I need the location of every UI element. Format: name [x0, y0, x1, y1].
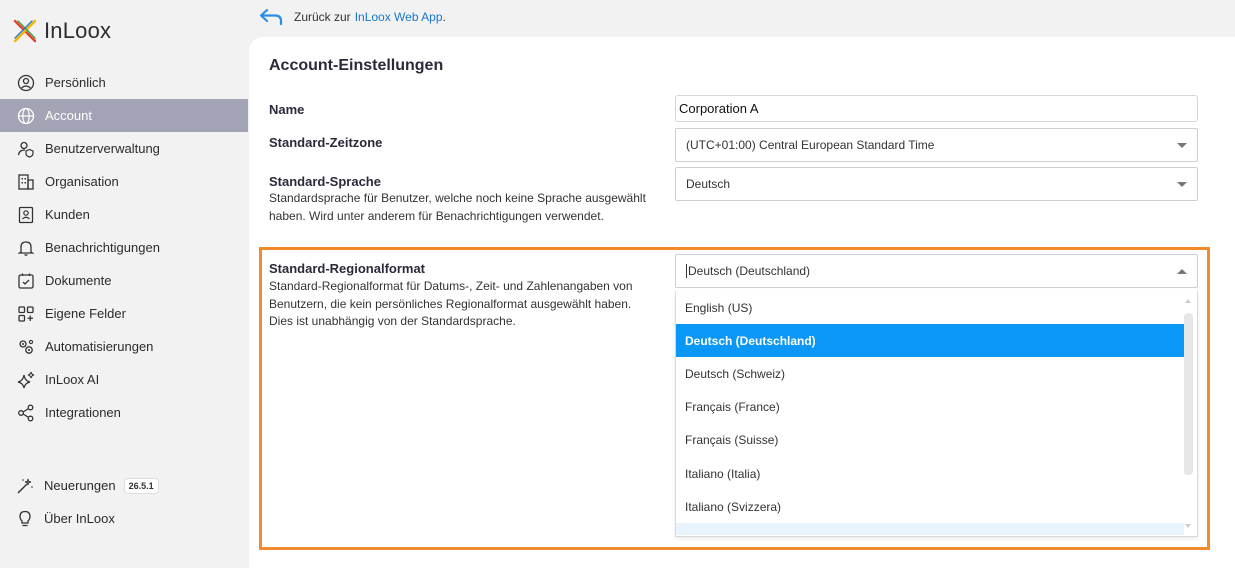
timezone-select[interactable]: (UTC+01:00) Central European Standard Ti…: [675, 128, 1198, 162]
timezone-label: Standard-Zeitzone: [269, 135, 383, 150]
sidebar-item-organisation[interactable]: Organisation: [0, 165, 248, 198]
dropdown-option-it-it[interactable]: Italiano (Italia): [676, 457, 1184, 490]
back-link-bar: Zurück zur InLoox Web App .: [258, 6, 446, 28]
back-arrow-icon[interactable]: [258, 7, 284, 27]
dropdown-option-partial[interactable]: [676, 523, 1184, 536]
building-icon: [16, 172, 36, 192]
language-label: Standard-Sprache: [269, 174, 381, 189]
sidebar-item-eigene-felder[interactable]: Eigene Felder: [0, 297, 248, 330]
sidebar-item-label: Account: [45, 108, 92, 123]
sidebar-item-label: Eigene Felder: [45, 306, 126, 321]
back-link-suffix: .: [442, 10, 446, 24]
sparkle-icon: [16, 370, 36, 390]
sidebar-item-ueber-inloox[interactable]: Über InLoox: [0, 502, 248, 535]
version-badge: 26.5.1: [123, 477, 159, 494]
inloox-logo[interactable]: InLoox: [12, 18, 111, 44]
sidebar: InLoox Persönlich Account Benutzerverwal…: [0, 0, 248, 568]
grid-plus-icon: [16, 304, 36, 324]
language-value: Deutsch: [686, 177, 731, 191]
inloox-logo-icon: [13, 19, 37, 43]
dropdown-option-en-us[interactable]: English (US): [676, 291, 1184, 324]
sidebar-item-account[interactable]: Account: [0, 99, 248, 132]
sidebar-item-kunden[interactable]: Kunden: [0, 198, 248, 231]
dropdown-option-it-ch[interactable]: Italiano (Svizzera): [676, 490, 1184, 523]
sidebar-item-label: Neuerungen: [44, 478, 116, 493]
page-title: Account-Einstellungen: [269, 57, 444, 74]
brand-name: InLoox: [44, 18, 112, 43]
sidebar-nav: Persönlich Account Benutzerverwaltung Or…: [0, 66, 248, 429]
language-description: Standardsprache für Benutzer, welche noc…: [269, 191, 646, 223]
user-shield-icon: [16, 139, 36, 159]
scroll-down-icon[interactable]: [1185, 524, 1191, 528]
dropdown-scrollbar[interactable]: [1184, 313, 1193, 475]
document-check-icon: [16, 271, 36, 291]
sidebar-item-neuerungen[interactable]: Neuerungen 26.5.1: [0, 469, 248, 502]
dropdown-option-fr-fr[interactable]: Français (France): [676, 391, 1184, 424]
back-link-prefix: Zurück zur: [294, 10, 351, 24]
sidebar-item-benutzerverwaltung[interactable]: Benutzerverwaltung: [0, 132, 248, 165]
contact-card-icon: [16, 205, 36, 225]
dropdown-option-fr-ch[interactable]: Français (Suisse): [676, 424, 1184, 457]
sidebar-item-persoenlich[interactable]: Persönlich: [0, 66, 248, 99]
sidebar-item-label: Automatisierungen: [45, 339, 154, 354]
sidebar-item-label: Benutzerverwaltung: [45, 141, 160, 156]
sidebar-item-label: Über InLoox: [44, 511, 115, 526]
dropdown-option-de-ch[interactable]: Deutsch (Schweiz): [676, 357, 1184, 390]
sidebar-item-label: Benachrichtigungen: [45, 240, 160, 255]
share-nodes-icon: [16, 403, 36, 423]
lightbulb-icon: [15, 509, 35, 529]
globe-icon: [16, 106, 36, 126]
sidebar-bottom-nav: Neuerungen 26.5.1 Über InLoox: [0, 469, 248, 535]
sidebar-item-label: Integrationen: [45, 405, 121, 420]
language-select[interactable]: Deutsch: [675, 167, 1198, 201]
sidebar-item-automatisierungen[interactable]: Automatisierungen: [0, 330, 248, 363]
regional-dropdown-list[interactable]: English (US) Deutsch (Deutschland) Deuts…: [675, 291, 1198, 537]
sidebar-item-integrationen[interactable]: Integrationen: [0, 396, 248, 429]
timezone-value: (UTC+01:00) Central European Standard Ti…: [686, 138, 935, 152]
sidebar-item-label: InLoox AI: [45, 372, 100, 387]
name-field[interactable]: Corporation A: [675, 95, 1198, 122]
sidebar-item-benachrichtigungen[interactable]: Benachrichtigungen: [0, 231, 248, 264]
name-label: Name: [269, 102, 305, 117]
sidebar-item-dokumente[interactable]: Dokumente: [0, 264, 248, 297]
sidebar-item-label: Dokumente: [45, 273, 112, 288]
scroll-up-icon[interactable]: [1185, 299, 1191, 303]
back-link-web-app[interactable]: InLoox Web App: [355, 10, 443, 24]
sidebar-item-label: Kunden: [45, 207, 90, 222]
sidebar-item-label: Organisation: [45, 174, 119, 189]
bell-icon: [16, 238, 36, 258]
sidebar-item-label: Persönlich: [45, 75, 106, 90]
dropdown-option-de-de[interactable]: Deutsch (Deutschland): [676, 324, 1184, 358]
sidebar-item-inloox-ai[interactable]: InLoox AI: [0, 363, 248, 396]
gears-icon: [16, 337, 36, 357]
chevron-down-icon: [1177, 182, 1187, 187]
magic-wand-icon: [15, 476, 35, 496]
user-circle-icon: [16, 73, 36, 93]
chevron-down-icon: [1177, 143, 1187, 148]
